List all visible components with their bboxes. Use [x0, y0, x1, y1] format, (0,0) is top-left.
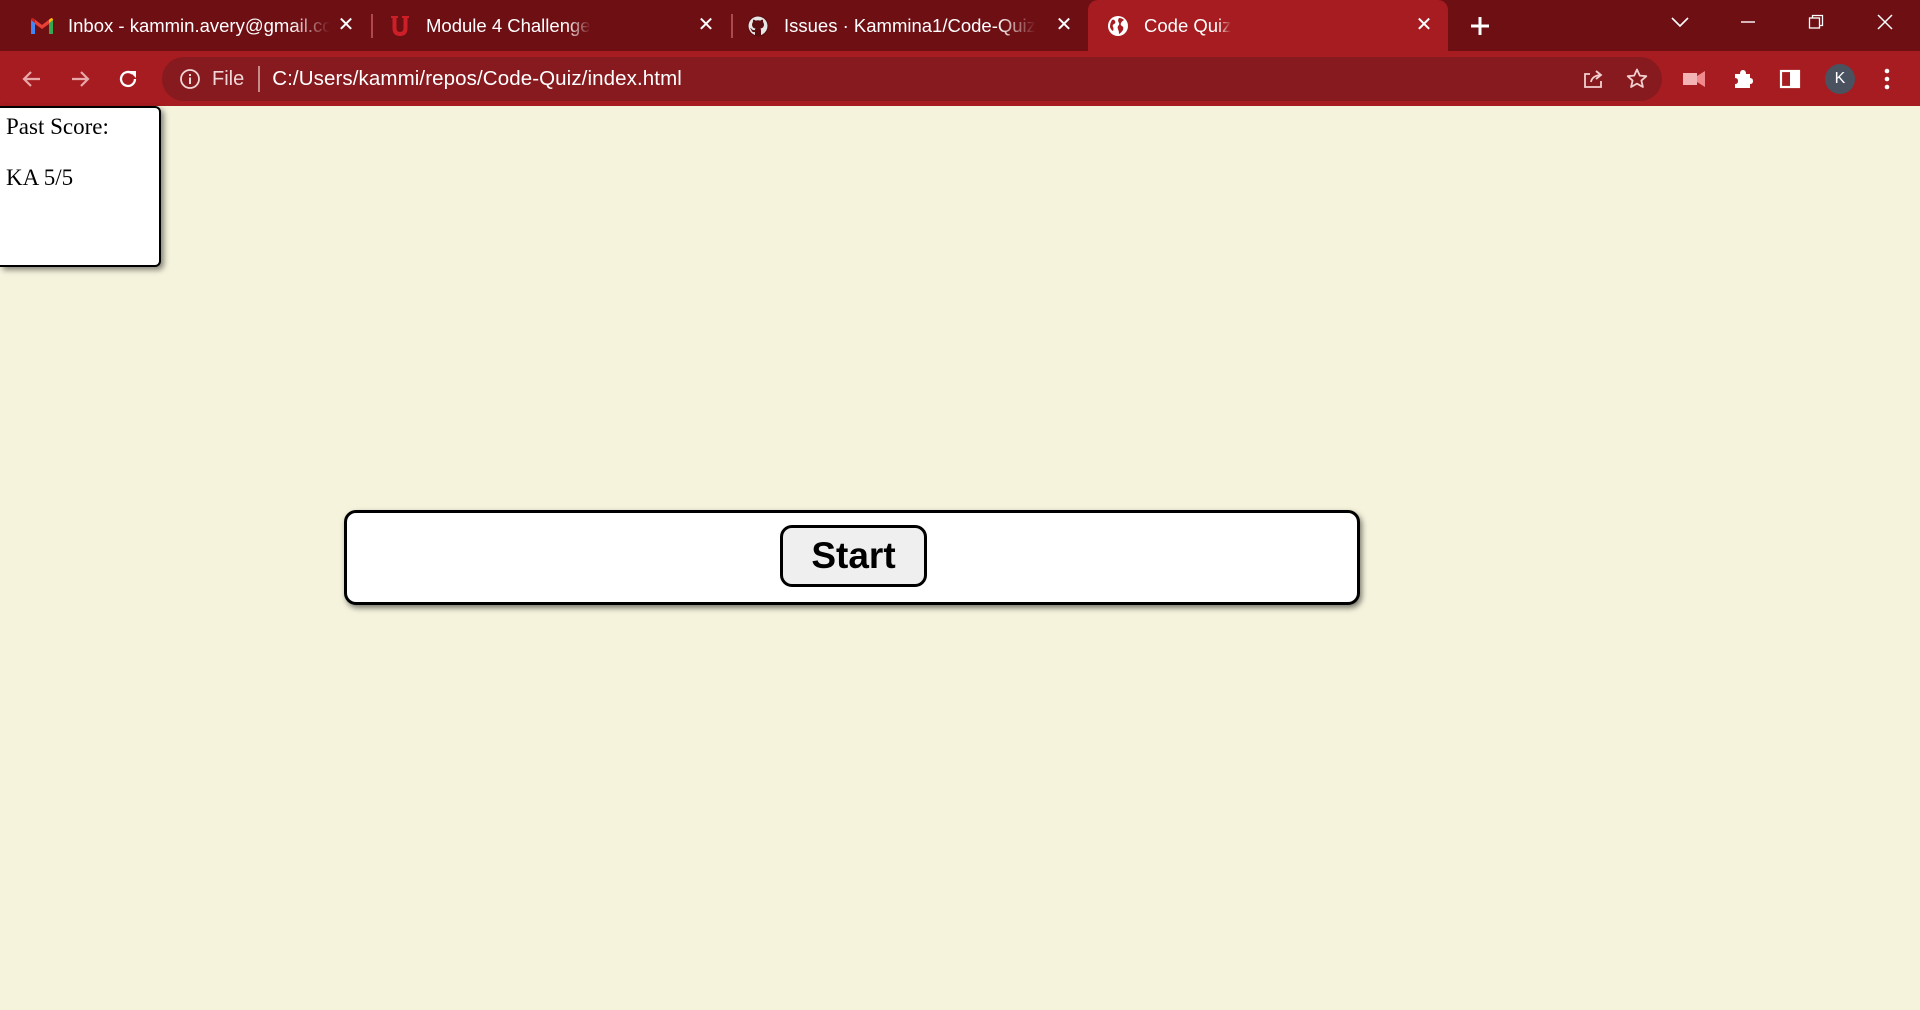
close-icon[interactable]: ✕ [1054, 15, 1074, 35]
close-icon [1877, 14, 1893, 30]
close-icon[interactable]: ✕ [696, 15, 716, 35]
past-score-panel: Past Score: KA 5/5 [0, 106, 161, 267]
profile-avatar[interactable]: K [1825, 64, 1855, 94]
puzzle-icon [1735, 70, 1753, 88]
start-button[interactable]: Start [780, 525, 927, 587]
url-text[interactable]: C:/Users/kammi/repos/Code-Quiz/index.htm… [272, 67, 682, 91]
tab-separator [731, 14, 733, 38]
reload-button[interactable] [111, 62, 145, 96]
quiz-card: Start [344, 510, 1360, 605]
tab-title: Code Quiz [1144, 14, 1232, 36]
extension-icon [1683, 71, 1705, 87]
chevron-down-icon [1671, 17, 1689, 28]
extensions-menu-button[interactable] [1726, 62, 1760, 96]
tab-title: Module 4 Challenge [426, 14, 591, 36]
gmail-icon [30, 14, 54, 38]
restore-icon [1808, 14, 1824, 29]
tab-strip: Inbox - kammin.avery@gmail.com ✕ Module … [0, 0, 1920, 51]
tab-gmail[interactable]: Inbox - kammin.avery@gmail.com ✕ [14, 0, 370, 51]
tab-module-4[interactable]: Module 4 Challenge ✕ [374, 0, 730, 51]
globe-icon [1106, 14, 1130, 38]
info-icon[interactable] [178, 67, 202, 91]
browser-toolbar: File C:/Users/kammi/repos/Code-Quiz/inde… [0, 51, 1920, 106]
page-content: Past Score: KA 5/5 Start [0, 106, 1920, 1010]
github-icon [746, 14, 770, 38]
tab-issues[interactable]: Issues · Kammina1/Code-Quiz ✕ [734, 0, 1088, 51]
side-panel-icon [1779, 69, 1801, 89]
bookmark-star-icon[interactable] [1622, 64, 1652, 94]
file-scheme-label: File [212, 67, 245, 90]
past-score-title: Past Score: [6, 114, 109, 139]
omnibox-actions [1578, 57, 1652, 101]
plus-icon [1471, 17, 1489, 35]
past-score-entry: KA 5/5 [6, 165, 74, 190]
close-window-button[interactable] [1855, 0, 1915, 44]
address-bar[interactable]: File C:/Users/kammi/repos/Code-Quiz/inde… [162, 57, 1662, 101]
tab-separator [371, 14, 373, 38]
tab-search-button[interactable] [1650, 0, 1710, 44]
new-tab-button[interactable] [1463, 9, 1497, 43]
side-panel-button[interactable] [1773, 62, 1807, 96]
tab-title: Issues · Kammina1/Code-Quiz [784, 14, 1036, 36]
restore-button[interactable] [1786, 0, 1846, 44]
tab-title: Inbox - kammin.avery@gmail.com [68, 14, 330, 36]
arrow-right-icon [72, 71, 90, 87]
back-button[interactable] [15, 62, 49, 96]
arrow-left-icon [22, 71, 40, 87]
more-vertical-icon [1884, 68, 1890, 90]
omnibox-divider [258, 66, 261, 92]
reload-icon [119, 70, 137, 88]
minimize-icon [1741, 21, 1755, 23]
minimize-button[interactable] [1718, 0, 1778, 44]
forward-button[interactable] [63, 62, 97, 96]
close-icon[interactable]: ✕ [1414, 15, 1434, 35]
tab-code-quiz[interactable]: Code Quiz ✕ [1088, 0, 1448, 51]
browser-menu-button[interactable] [1870, 62, 1904, 96]
share-icon[interactable] [1578, 64, 1608, 94]
close-icon[interactable]: ✕ [336, 15, 356, 35]
extension-button[interactable] [1677, 62, 1711, 96]
university-utah-icon [388, 14, 412, 38]
